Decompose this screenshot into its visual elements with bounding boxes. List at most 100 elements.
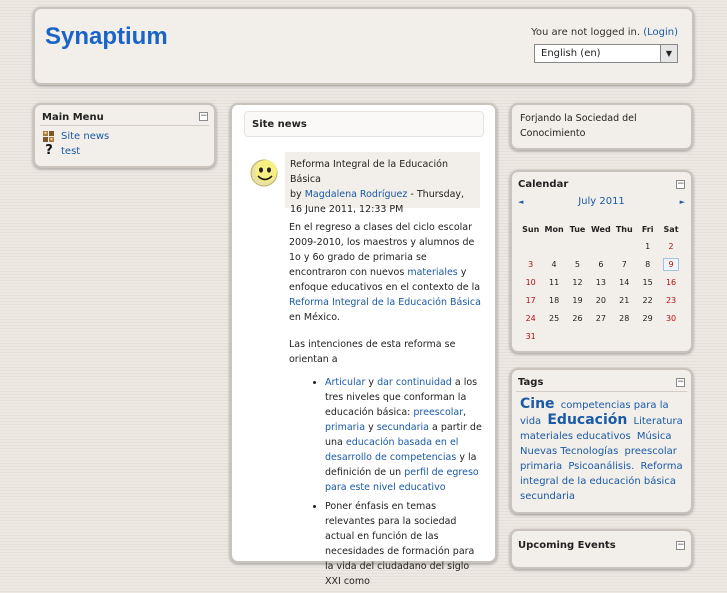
- calendar-day[interactable]: 29: [636, 309, 659, 327]
- tag-cloud: Cine competencias para la vida Educación…: [520, 397, 690, 504]
- post-author-link[interactable]: Magdalena Rodríguez: [305, 189, 408, 200]
- collapse-icon[interactable]: −: [676, 378, 685, 387]
- calendar-day[interactable]: 8: [636, 255, 659, 273]
- calendar-day: [519, 237, 542, 255]
- author-avatar[interactable]: [249, 157, 281, 189]
- menu-item-site-news[interactable]: Site news: [43, 130, 109, 144]
- text: y: [368, 422, 374, 433]
- calendar-day[interactable]: 10: [519, 273, 542, 291]
- menu-item-test[interactable]: ? test: [43, 143, 80, 159]
- collapse-icon[interactable]: −: [676, 541, 685, 550]
- calendar-day[interactable]: 20: [589, 291, 612, 309]
- login-link[interactable]: (Login): [643, 27, 678, 38]
- calendar-day[interactable]: 1: [636, 237, 659, 255]
- post-paragraph: En el regreso a clases del ciclo escolar…: [289, 220, 483, 325]
- tag-link[interactable]: preescolar: [624, 446, 676, 457]
- calendar-week: 10 11 12 13 14 15 16: [519, 273, 683, 291]
- calendar-day: [589, 327, 612, 345]
- link-primaria[interactable]: primaria: [325, 422, 365, 433]
- divider: [40, 125, 209, 126]
- collapse-icon[interactable]: −: [199, 112, 208, 121]
- calendar-day[interactable]: 31: [519, 327, 542, 345]
- link-materiales[interactable]: materiales: [407, 267, 457, 278]
- bullet-item: Poner énfasis en temas relevantes para l…: [325, 499, 483, 589]
- tag-link[interactable]: materiales educativos: [520, 431, 631, 442]
- tag-link[interactable]: Música: [637, 431, 672, 442]
- calendar-month-link[interactable]: July 2011: [518, 196, 685, 207]
- post-by: by: [290, 189, 302, 200]
- tag-link[interactable]: Cine: [520, 396, 555, 412]
- calendar-day[interactable]: 7: [613, 255, 636, 273]
- collapse-icon[interactable]: −: [676, 180, 685, 189]
- bullet-item: Articular y dar continuidad a los tres n…: [325, 375, 483, 495]
- calendar-day[interactable]: 24: [519, 309, 542, 327]
- calendar-day[interactable]: 6: [589, 255, 612, 273]
- calendar-day[interactable]: 25: [542, 309, 565, 327]
- upcoming-events-block: Upcoming Events −: [510, 529, 693, 569]
- calendar-day[interactable]: 12: [566, 273, 589, 291]
- calendar-day[interactable]: 5: [566, 255, 589, 273]
- link-educacion-competencias[interactable]: educación basada en el desarrollo de com…: [325, 437, 458, 463]
- calendar-day[interactable]: 15: [636, 273, 659, 291]
- site-news-block: Site news Reforma Integral de la Educaci…: [230, 103, 497, 587]
- calendar-day[interactable]: 9: [659, 255, 682, 273]
- main-menu-title: Main Menu: [42, 112, 104, 123]
- question-icon: ?: [45, 143, 53, 158]
- link-articular[interactable]: Articular: [325, 377, 365, 388]
- calendar-day[interactable]: 13: [589, 273, 612, 291]
- tag-link[interactable]: Psicoanálisis.: [568, 461, 634, 472]
- calendar-day[interactable]: 17: [519, 291, 542, 309]
- link-reforma[interactable]: Reforma Integral de la Educación Básica: [289, 297, 481, 308]
- menu-item-label[interactable]: Site news: [61, 131, 109, 142]
- divider: [516, 391, 687, 392]
- text: y: [368, 377, 375, 388]
- language-select[interactable]: English (en) ▼: [534, 44, 678, 63]
- calendar-week: 24 25 26 27 28 29 30: [519, 309, 683, 327]
- post-body: En el regreso a clases del ciclo escolar…: [285, 208, 483, 593]
- calendar-day: [613, 237, 636, 255]
- calendar-day[interactable]: 3: [519, 255, 542, 273]
- calendar-nav: ◄ July 2011 ►: [518, 196, 685, 212]
- site-news-title: Site news: [252, 119, 307, 130]
- post-paragraph: Las intenciones de esta reforma se orien…: [289, 339, 456, 365]
- calendar-day: [659, 327, 682, 345]
- calendar-week: 12: [519, 237, 683, 255]
- calendar-day[interactable]: 28: [613, 309, 636, 327]
- calendar-day[interactable]: 14: [613, 273, 636, 291]
- calendar-day[interactable]: 23: [659, 291, 682, 309]
- calendar-day[interactable]: 11: [542, 273, 565, 291]
- calendar-day[interactable]: 27: [589, 309, 612, 327]
- calendar-day: [566, 327, 589, 345]
- site-news-header: Site news: [244, 111, 484, 137]
- weekday-header: Tue: [569, 224, 586, 234]
- calendar-day[interactable]: 30: [659, 309, 682, 327]
- menu-item-label[interactable]: test: [61, 146, 80, 157]
- chevron-down-icon[interactable]: ▼: [660, 45, 677, 62]
- tag-link[interactable]: Literatura: [634, 416, 683, 427]
- tag-link[interactable]: primaria: [520, 461, 562, 472]
- next-month-icon[interactable]: ►: [680, 198, 685, 206]
- link-secundaria[interactable]: secundaria: [377, 422, 429, 433]
- link-continuidad[interactable]: dar continuidad: [377, 377, 452, 388]
- motto-block: Forjando la Sociedad del Conocimiento: [510, 103, 693, 150]
- calendar-day[interactable]: 16: [659, 273, 682, 291]
- post-header: Reforma Integral de la Educación Básica …: [285, 152, 480, 215]
- language-selected-value: English (en): [541, 48, 601, 59]
- calendar-day[interactable]: 21: [613, 291, 636, 309]
- tag-link[interactable]: Educación: [547, 412, 627, 428]
- calendar-day[interactable]: 4: [542, 255, 565, 273]
- calendar-day[interactable]: 2: [659, 237, 682, 255]
- tag-link[interactable]: secundaria: [520, 491, 575, 502]
- calendar-day[interactable]: 26: [566, 309, 589, 327]
- site-logo[interactable]: Synaptium: [45, 23, 168, 51]
- calendar-day[interactable]: 19: [566, 291, 589, 309]
- main-menu-block: Main Menu − Site news ? test: [33, 103, 216, 168]
- calendar-grid: Sun Mon Tue Wed Thu Fri Sat 1 2 3 4 5 6 7 8 9 10 11 12 13 1…: [519, 221, 683, 345]
- calendar-day[interactable]: 18: [542, 291, 565, 309]
- calendar-week: 17 18 19 20 21 22 23: [519, 291, 683, 309]
- tag-link[interactable]: Nuevas Tecnologías: [520, 446, 618, 457]
- weekday-header: Mon: [544, 224, 564, 234]
- calendar-day[interactable]: 22: [636, 291, 659, 309]
- link-preescolar[interactable]: preescolar: [413, 407, 463, 418]
- calendar-day: [542, 327, 565, 345]
